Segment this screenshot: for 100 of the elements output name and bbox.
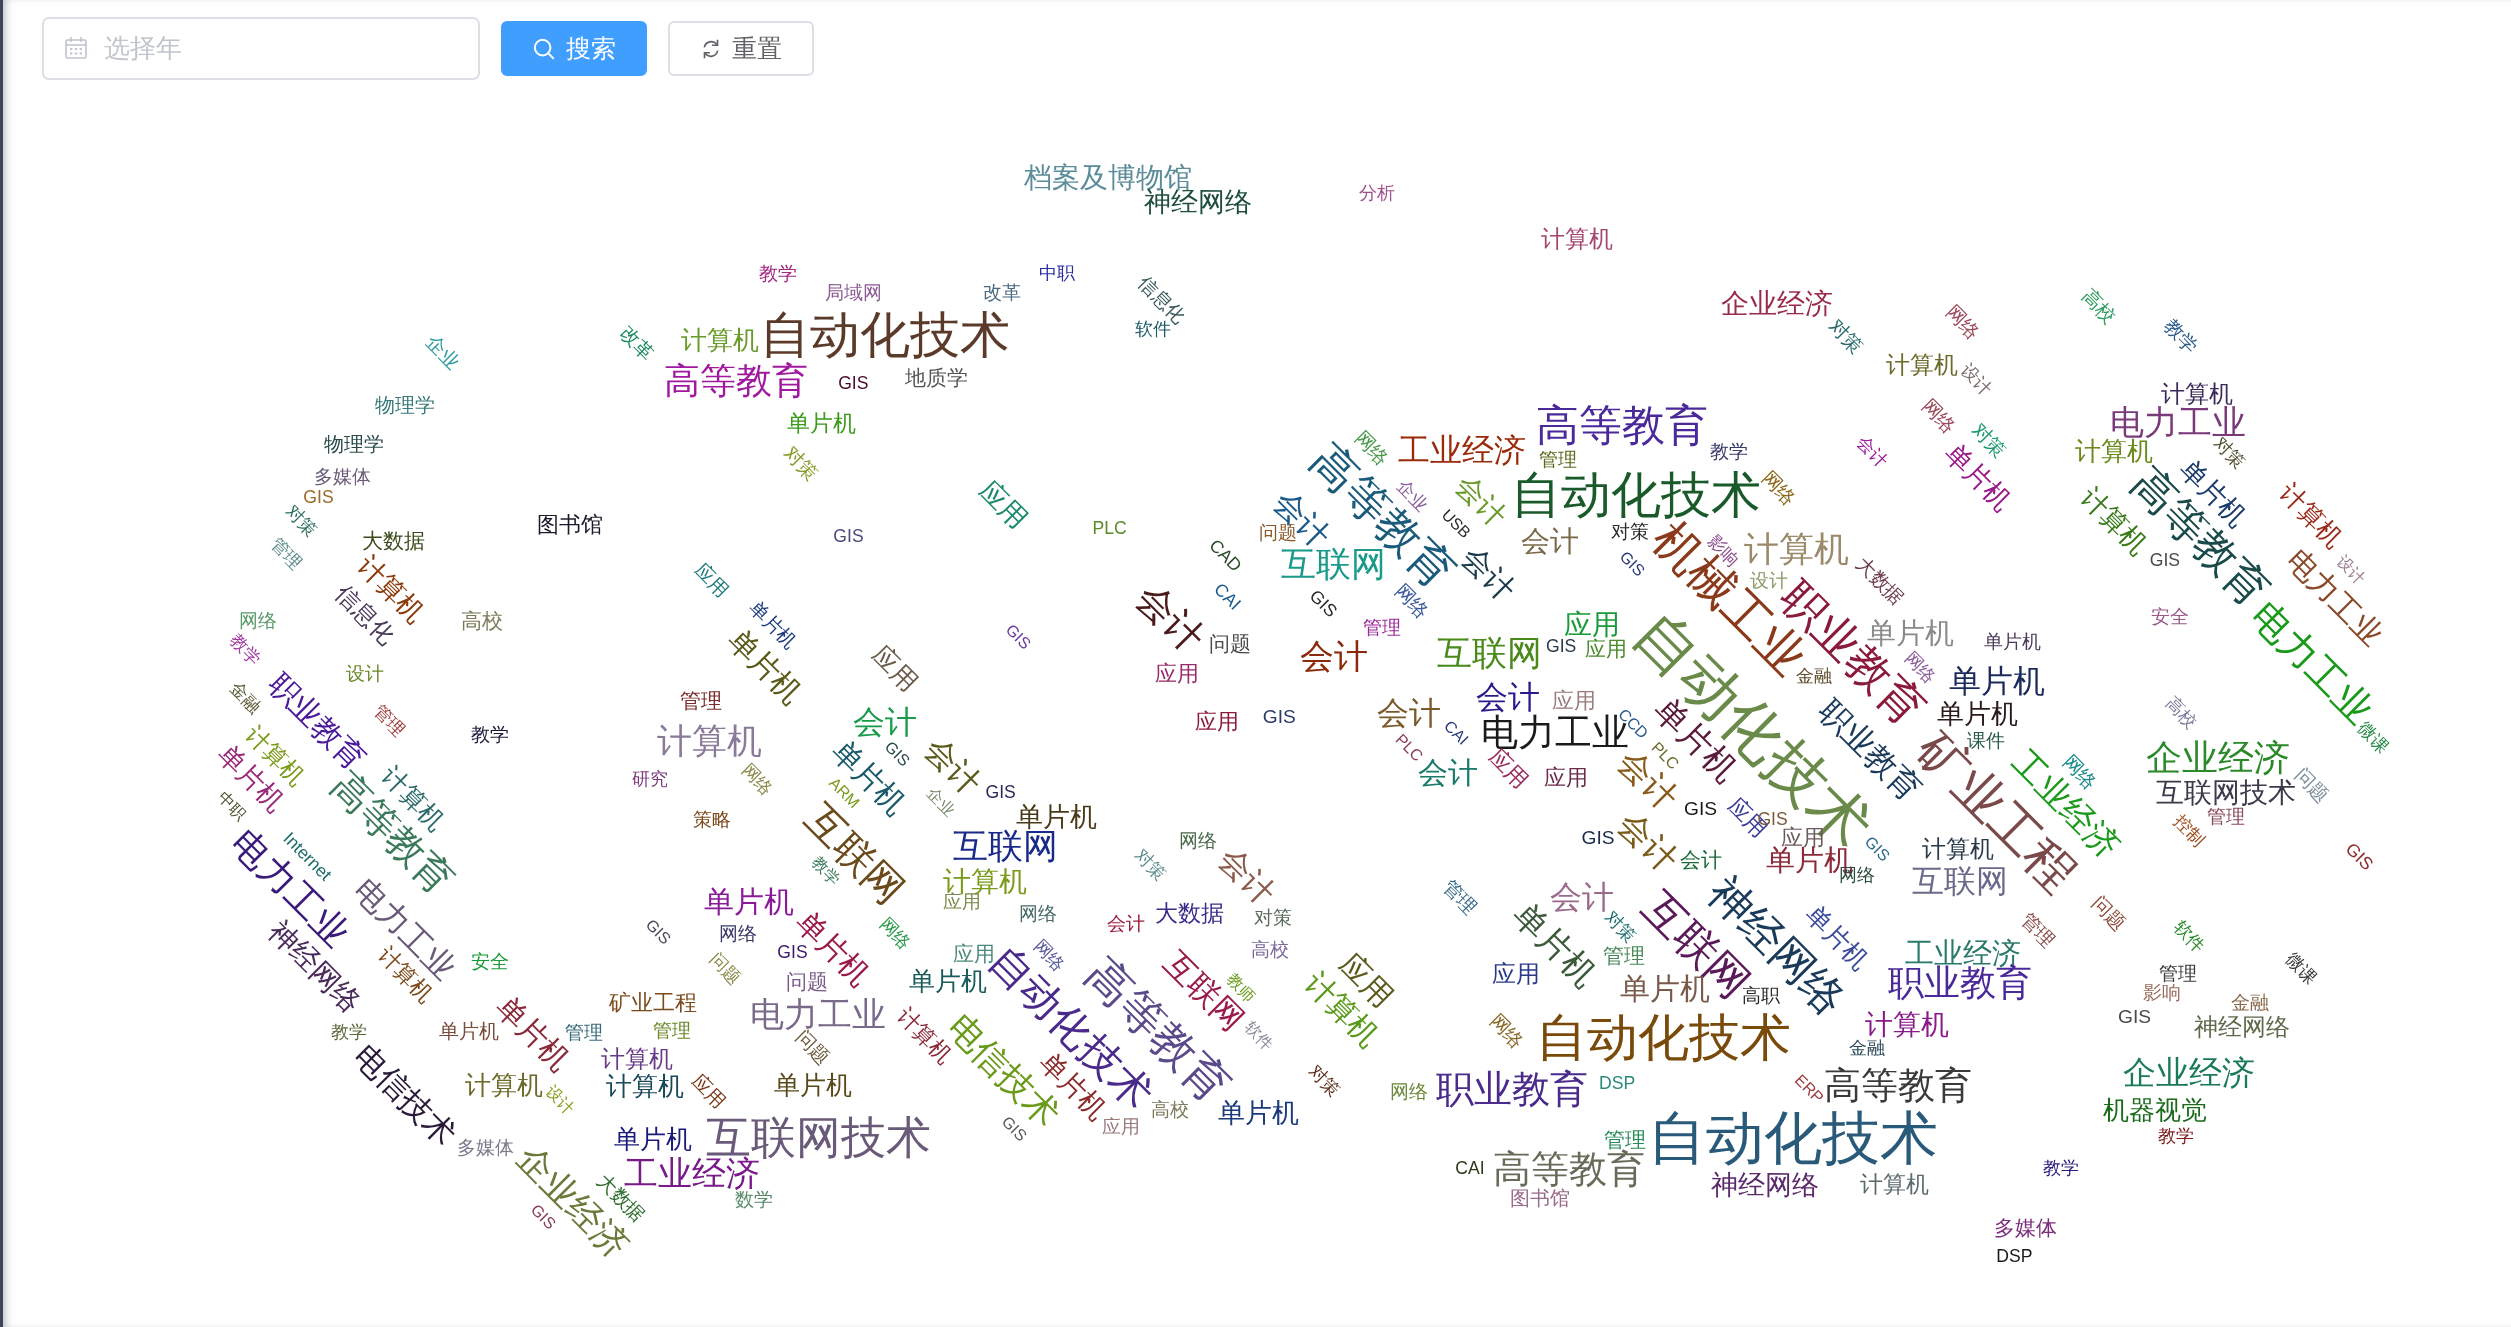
- cloud-word: 管理: [369, 701, 408, 740]
- cloud-word: 设计: [543, 1083, 578, 1118]
- cloud-word: 职业教育: [1435, 1069, 1588, 1109]
- cloud-word: 大数据: [362, 530, 426, 552]
- cloud-word: 计算机: [681, 328, 760, 354]
- cloud-word: 互联网技术: [2155, 778, 2296, 807]
- cloud-word: GIS: [1546, 638, 1577, 656]
- cloud-word: 机器视觉: [2103, 1096, 2208, 1123]
- cloud-word: 策略: [693, 810, 732, 830]
- cloud-word: 应用: [1585, 638, 1627, 659]
- cloud-word: 金融: [1849, 1040, 1885, 1058]
- cloud-word: 大数据: [1852, 554, 1907, 609]
- cloud-word: 分析: [1359, 185, 1395, 203]
- cloud-word: 管理: [680, 691, 723, 712]
- cloud-word: 电力工业: [750, 996, 887, 1031]
- cloud-word: 金融: [225, 679, 264, 718]
- cloud-word: 对策: [780, 442, 821, 483]
- cloud-word: 会计: [1679, 849, 1722, 871]
- cloud-word: 改革: [616, 322, 658, 363]
- cloud-word: 影响: [2142, 983, 2181, 1003]
- cloud-word: 应用: [1492, 961, 1541, 986]
- cloud-word: 控制: [2169, 812, 2208, 851]
- cloud-word: 多媒体: [456, 1138, 514, 1158]
- cloud-word: 对策: [1253, 908, 1292, 928]
- cloud-word: 数学: [735, 1189, 774, 1210]
- cloud-word: 应用: [692, 559, 733, 600]
- cloud-word: 会计: [853, 706, 918, 739]
- cloud-word: 物理学: [375, 395, 435, 416]
- cloud-word: 高等教育: [1493, 1149, 1646, 1189]
- cloud-word: 计算机: [606, 1074, 685, 1101]
- cloud-word: 神经网络: [2193, 1014, 2290, 1039]
- cloud-word: 神经网络: [1710, 1171, 1819, 1199]
- cloud-word: 应用: [1194, 711, 1239, 734]
- cloud-word: 应用: [1544, 767, 1588, 790]
- cloud-word: 单片机: [1937, 700, 2018, 728]
- cloud-word: GIS: [1616, 548, 1647, 580]
- cloud-word: 计算机: [656, 723, 762, 759]
- cloud-word: 教学: [2158, 1128, 2195, 1146]
- cloud-word: 改革: [983, 283, 1022, 303]
- cloud-word: GIS: [1262, 707, 1296, 727]
- cloud-word: 企业经济: [2145, 739, 2290, 776]
- cloud-word: 问题: [785, 971, 828, 993]
- cloud-word: 对策: [1611, 522, 1649, 542]
- cloud-word: 网络: [1029, 937, 1068, 975]
- cloud-word: 多媒体: [314, 467, 371, 487]
- cloud-word: 教学: [470, 725, 509, 745]
- cloud-word: GIS: [985, 783, 1016, 802]
- cloud-word: 图书馆: [1510, 1187, 1571, 1208]
- cloud-word: 网络: [719, 924, 757, 944]
- cloud-word: 会计: [1299, 639, 1368, 674]
- cloud-word: 教学: [330, 1024, 367, 1042]
- cloud-word: 微课: [2282, 949, 2320, 988]
- cloud-word: GIS: [642, 916, 674, 948]
- cloud-word: 高校: [2078, 285, 2120, 327]
- cloud-word: 管理: [1362, 618, 1401, 638]
- cloud-word: 网络: [738, 760, 777, 799]
- cloud-word: 高校: [1250, 940, 1289, 960]
- cloud-word: 会计: [1852, 432, 1891, 471]
- reset-button[interactable]: 重置: [668, 21, 814, 76]
- cloud-word: 计算机: [465, 1073, 544, 1099]
- cloud-word: 互联网: [1911, 864, 2008, 897]
- cloud-word: 管理: [267, 535, 306, 574]
- cloud-word: 单片机: [786, 412, 856, 436]
- cloud-word: 教学: [759, 264, 798, 284]
- cloud-word: CAI: [1455, 1160, 1485, 1178]
- cloud-word: 局域网: [824, 283, 882, 303]
- year-picker-field[interactable]: 选择年: [42, 17, 480, 80]
- cloud-word: DSP: [1996, 1248, 2033, 1266]
- cloud-word: 应用: [1154, 663, 1199, 686]
- cloud-word: 网络: [1178, 831, 1217, 851]
- cloud-word: 研究: [632, 771, 668, 789]
- cloud-word: 高校: [2161, 693, 2200, 732]
- cloud-word: 工业经济: [1397, 434, 1526, 466]
- cloud-word: 会计: [1129, 577, 1211, 659]
- cloud-word: 金融: [2230, 992, 2269, 1013]
- cloud-word: GIS: [2341, 839, 2376, 874]
- cloud-word: CAI: [1440, 718, 1471, 749]
- cloud-word: 会计: [1521, 526, 1579, 556]
- cloud-word: 单片机: [774, 1073, 853, 1099]
- cloud-word: 单片机: [908, 968, 987, 995]
- cloud-word: GIS: [2149, 551, 2181, 570]
- cloud-word: 管理: [1604, 1129, 1647, 1151]
- cloud-word: 网络: [238, 611, 277, 631]
- cloud-word: 计算机: [601, 1046, 674, 1071]
- cloud-word: 对策: [1825, 316, 1867, 357]
- cloud-word: 计算机: [1541, 226, 1614, 251]
- cloud-word: 计算机: [2074, 438, 2153, 465]
- cloud-word: 高等教育: [1823, 1067, 1972, 1105]
- cloud-word: 软件: [1241, 1019, 1276, 1054]
- cloud-word: PLC: [1092, 519, 1127, 538]
- cloud-word: 自动化技术: [760, 311, 1011, 362]
- cloud-word: 单片机: [614, 1127, 693, 1153]
- cloud-word: 问题: [2088, 892, 2129, 933]
- cloud-word: 高等教育: [1536, 404, 1708, 448]
- cloud-word: GIS: [303, 489, 334, 507]
- cloud-word: 单片机: [1948, 664, 2045, 697]
- cloud-word: 管理: [1440, 876, 1481, 917]
- cloud-word: 计算机: [2160, 381, 2233, 406]
- cloud-word: 中职: [1038, 265, 1075, 283]
- cloud-word: 应用: [1563, 610, 1620, 639]
